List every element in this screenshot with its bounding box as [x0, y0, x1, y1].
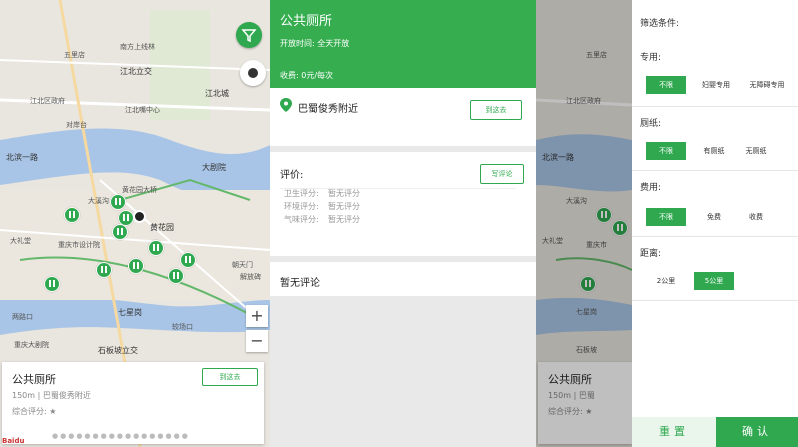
fee-info: 收费: 0元/每次	[280, 71, 334, 80]
special-use-label: 专用:	[640, 53, 662, 63]
map-label: 江北区政府	[30, 97, 65, 105]
locate-button[interactable]	[240, 60, 266, 86]
zoom-in-button[interactable]: +	[246, 305, 268, 327]
option-fee-any[interactable]: 不限	[646, 208, 686, 226]
fee-label: 费用:	[640, 183, 662, 193]
map-label: 大礼堂	[10, 237, 31, 245]
map-label: 南方上线林	[120, 43, 155, 51]
option-has-paper[interactable]: 有厕纸	[696, 142, 732, 160]
toilet-marker[interactable]	[128, 258, 144, 274]
address-section: 巴蜀俊秀附近 到这去	[270, 88, 536, 146]
option-no-paper[interactable]: 无厕纸	[738, 142, 774, 160]
baidu-logo: Baidu	[2, 437, 25, 445]
open-time: 开放时间: 全天开放	[280, 39, 350, 48]
environment-score-label: 环境评分:	[284, 202, 319, 211]
pager-dots: ●●●●●●●●●●●●●●●●●	[52, 432, 190, 440]
review-section: 评价: 写评论 卫生评分: 暂无评分 环境评分: 暂无评分 气味评分: 暂无评分	[270, 152, 536, 256]
toilet-marker[interactable]	[96, 262, 112, 278]
toilet-marker[interactable]	[112, 224, 128, 240]
map-label: 江北嘴中心	[125, 106, 160, 114]
toilet-marker[interactable]	[110, 194, 126, 210]
card-rating: 综合评分: ★	[12, 407, 57, 416]
divider	[632, 170, 798, 171]
distance-label: 距离:	[640, 249, 662, 259]
map-view-dimmed: 五里店 江北区政府 大溪沟 北滨一路 大礼堂 重庆市 七星岗 石板坡 公共厕所 …	[536, 0, 632, 447]
toilet-summary-card[interactable]: 公共厕所 到这去 150m | 巴蜀俊秀附近 综合评分: ★ ●●●●●●●●●…	[2, 362, 264, 444]
toilet-marker[interactable]	[64, 207, 80, 223]
map-label: 大溪沟	[88, 197, 109, 205]
odor-score-value: 暂无评分	[328, 215, 360, 224]
filter-title: 筛选条件:	[640, 19, 680, 29]
detail-header: 公共厕所 开放时间: 全天开放 收费: 0元/每次	[270, 0, 536, 88]
divider	[632, 300, 798, 301]
filter-button[interactable]	[236, 22, 262, 48]
overlay-shade[interactable]	[536, 0, 632, 447]
option-paid[interactable]: 收费	[738, 208, 774, 226]
zoom-out-button[interactable]: −	[246, 330, 268, 352]
map-label: 两路口	[12, 313, 33, 321]
map-label: 七星岗	[118, 308, 142, 317]
reset-button[interactable]: 重置	[632, 417, 716, 447]
map-label: 黄花园	[150, 223, 174, 232]
option-special-any[interactable]: 不限	[646, 76, 686, 94]
map-label: 石板坡立交	[98, 346, 138, 355]
map-label: 北滨一路	[6, 153, 38, 162]
map-label: 大剧院	[202, 163, 226, 172]
card-title: 公共厕所	[12, 373, 56, 386]
option-2km[interactable]: 2公里	[646, 272, 686, 290]
funnel-icon	[241, 29, 257, 43]
confirm-button[interactable]: 确认	[716, 417, 798, 447]
review-header: 评价:	[280, 170, 304, 181]
hygiene-score-value: 暂无评分	[328, 189, 360, 198]
map-label: 朝天门	[232, 261, 253, 269]
map-view[interactable]: 五里店 南方上线林 江北立交 江北城 江北区政府 江北嘴中心 对岸台 大剧院 北…	[0, 0, 270, 447]
location-pin-icon	[280, 98, 292, 112]
map-label: 对岸台	[66, 121, 87, 129]
option-mother-baby[interactable]: 妇婴专用	[694, 76, 738, 94]
environment-score-value: 暂无评分	[328, 202, 360, 211]
toilet-marker[interactable]	[148, 240, 164, 256]
map-label: 江北立交	[120, 67, 152, 76]
divider	[632, 236, 798, 237]
card-distance: 150m | 巴蜀俊秀附近	[12, 391, 91, 400]
map-label: 黄花园大桥	[122, 186, 157, 194]
detail-title: 公共厕所	[280, 14, 333, 29]
hygiene-score-label: 卫生评分:	[284, 189, 319, 198]
toilet-paper-label: 厕纸:	[640, 119, 662, 129]
toilet-marker[interactable]	[180, 252, 196, 268]
map-label: 五里店	[64, 51, 85, 59]
write-review-button[interactable]: 写评论	[480, 164, 524, 184]
current-location-dot	[133, 210, 146, 223]
map-label: 解放碑	[240, 273, 261, 281]
map-label: 重庆大剧院	[14, 341, 49, 349]
filter-panel: 筛选条件: 专用: 不限 妇婴专用 无障碍专用 厕纸: 不限 有厕纸 无厕纸 费…	[632, 0, 798, 447]
toilet-marker[interactable]	[168, 268, 184, 284]
option-5km[interactable]: 5公里	[694, 272, 734, 290]
comment-section: 暂无评论	[270, 262, 536, 296]
odor-score-label: 气味评分:	[284, 215, 319, 224]
navigate-button[interactable]: 到这去	[470, 100, 522, 120]
map-label: 江北城	[205, 89, 229, 98]
navigate-button[interactable]: 到这去	[202, 368, 258, 386]
divider	[632, 106, 798, 107]
no-comment-text: 暂无评论	[280, 278, 320, 289]
toilet-detail-view: 公共厕所 开放时间: 全天开放 收费: 0元/每次 巴蜀俊秀附近 到这去 评价:…	[270, 0, 536, 447]
map-label: 重庆市设计院	[58, 241, 100, 249]
option-paper-any[interactable]: 不限	[646, 142, 686, 160]
map-label: 较场口	[172, 323, 193, 331]
option-free[interactable]: 免费	[696, 208, 732, 226]
toilet-marker[interactable]	[44, 276, 60, 292]
address-text: 巴蜀俊秀附近	[298, 104, 358, 115]
option-accessible[interactable]: 无障碍专用	[740, 76, 794, 94]
